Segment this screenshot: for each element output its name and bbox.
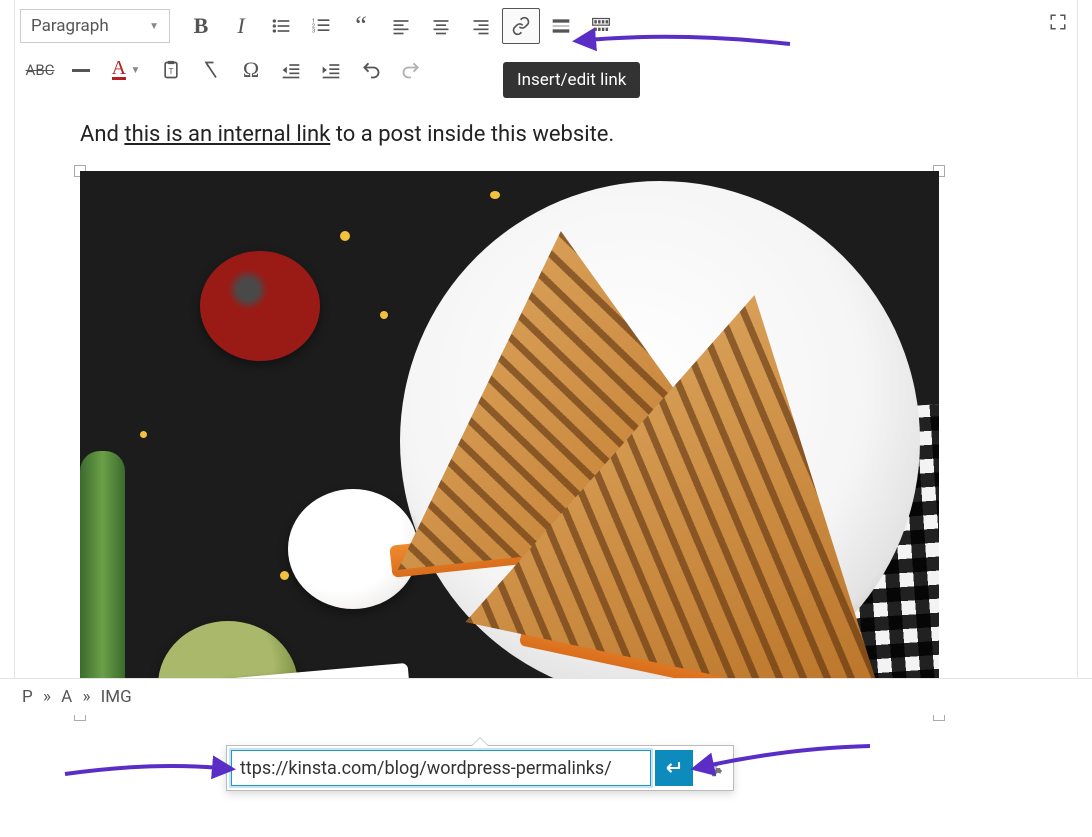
crumb-a[interactable]: A	[61, 687, 72, 707]
fullscreen-button[interactable]	[1038, 4, 1078, 40]
editor: Paragraph ▼ B I 123 “ ABC A ▼ T Ω Insert…	[0, 0, 1092, 715]
toolbar-row-1: Paragraph ▼ B I 123 “	[20, 4, 1072, 48]
svg-text:T: T	[169, 67, 174, 77]
indent-button[interactable]	[312, 52, 350, 88]
special-character-button[interactable]: Ω	[232, 52, 270, 88]
blockquote-button[interactable]: “	[342, 8, 380, 44]
crumb-p[interactable]: P	[22, 687, 33, 707]
svg-text:3: 3	[312, 29, 315, 35]
link-button[interactable]	[502, 8, 540, 44]
link-url-input[interactable]	[231, 750, 651, 786]
crumb-img[interactable]: IMG	[101, 687, 132, 707]
align-right-button[interactable]	[462, 8, 500, 44]
italic-button[interactable]: I	[222, 8, 260, 44]
undo-button[interactable]	[352, 52, 390, 88]
annotation-arrow-left	[60, 756, 230, 786]
element-path: P » A » IMG	[0, 678, 1092, 715]
redo-button[interactable]	[392, 52, 430, 88]
image-selection[interactable]	[80, 171, 939, 715]
chevron-down-icon: ▼	[149, 21, 159, 32]
align-left-button[interactable]	[382, 8, 420, 44]
text-color-button[interactable]: A ▼	[102, 52, 150, 88]
gear-icon	[701, 757, 723, 779]
link-settings-button[interactable]	[695, 750, 729, 786]
toolbar-toggle-button[interactable]	[582, 8, 620, 44]
bold-button[interactable]: B	[182, 8, 220, 44]
content-image[interactable]	[80, 171, 939, 715]
enter-icon	[664, 758, 684, 778]
content-area[interactable]: And this is an internal link to a post i…	[0, 96, 1092, 715]
text-after: to a post inside this website.	[330, 122, 614, 147]
read-more-button[interactable]	[542, 8, 580, 44]
format-select-label: Paragraph	[31, 16, 109, 36]
link-tooltip: Insert/edit link	[503, 62, 640, 98]
format-select[interactable]: Paragraph ▼	[20, 9, 170, 43]
horizontal-rule-button[interactable]	[62, 52, 100, 88]
link-apply-button[interactable]	[655, 750, 693, 786]
bullet-list-button[interactable]	[262, 8, 300, 44]
internal-link[interactable]: this is an internal link	[124, 122, 330, 147]
strikethrough-button[interactable]: ABC	[20, 52, 60, 88]
paragraph[interactable]: And this is an internal link to a post i…	[80, 122, 1012, 147]
paste-text-button[interactable]: T	[152, 52, 190, 88]
text-before: And	[80, 122, 124, 147]
outdent-button[interactable]	[272, 52, 310, 88]
clear-formatting-button[interactable]	[192, 52, 230, 88]
crumb-sep: »	[43, 687, 51, 707]
crumb-sep: »	[82, 687, 90, 707]
align-center-button[interactable]	[422, 8, 460, 44]
link-popup	[226, 745, 734, 791]
numbered-list-button[interactable]: 123	[302, 8, 340, 44]
